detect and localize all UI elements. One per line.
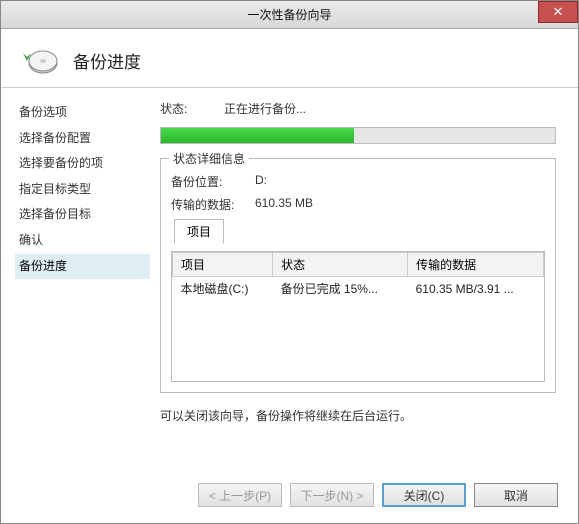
detail-label: 备份位置: [171, 173, 255, 190]
tab-items[interactable]: 项目 [174, 219, 224, 244]
sidebar-item-select-target: 选择备份目标 [15, 202, 150, 228]
sidebar-item-select-items: 选择要备份的项 [15, 151, 150, 177]
main-panel: 状态: 正在进行备份... 状态详细信息 备份位置: D: 传输的数据: 610… [156, 88, 578, 468]
items-table-wrap: 项目 状态 传输的数据 本地磁盘(C:) 备份已完成 15%... 610.35… [171, 251, 545, 382]
window-close-button[interactable]: ✕ [538, 1, 578, 23]
col-state[interactable]: 状态 [273, 253, 408, 277]
cell-transfer: 610.35 MB/3.91 ... [408, 277, 544, 301]
detail-row-location: 备份位置: D: [171, 173, 545, 190]
col-item[interactable]: 项目 [173, 253, 273, 277]
details-legend: 状态详细信息 [169, 150, 249, 167]
col-transfer[interactable]: 传输的数据 [408, 253, 544, 277]
details-group: 状态详细信息 备份位置: D: 传输的数据: 610.35 MB 项目 [160, 158, 556, 393]
detail-label: 传输的数据: [171, 196, 255, 213]
detail-row-transfer: 传输的数据: 610.35 MB [171, 196, 545, 213]
status-label: 状态: [160, 100, 208, 117]
content: 备份选项 选择备份配置 选择要备份的项 指定目标类型 选择备份目标 确认 备份进… [1, 88, 578, 468]
next-button: 下一步(N) > [290, 483, 374, 507]
close-info-text: 可以关闭该向导，备份操作将继续在后台运行。 [160, 407, 556, 424]
cancel-button[interactable]: 取消 [474, 483, 558, 507]
close-icon: ✕ [553, 4, 564, 20]
tabs: 项目 [171, 219, 545, 244]
titlebar: 一次性备份向导 ✕ [1, 1, 578, 29]
items-table: 项目 状态 传输的数据 本地磁盘(C:) 备份已完成 15%... 610.35… [172, 252, 544, 381]
sidebar-item-backup-options: 备份选项 [15, 100, 150, 126]
window-title: 一次性备份向导 [1, 6, 578, 23]
close-button[interactable]: 关闭(C) [382, 483, 466, 507]
progress-fill [161, 128, 354, 143]
progress-bar [160, 127, 556, 144]
sidebar-item-select-config: 选择备份配置 [15, 126, 150, 152]
sidebar-item-confirm: 确认 [15, 228, 150, 254]
prev-button: < 上一步(P) [198, 483, 282, 507]
footer-buttons: < 上一步(P) 下一步(N) > 关闭(C) 取消 [198, 483, 558, 507]
sidebar-item-target-type: 指定目标类型 [15, 177, 150, 203]
status-value: 正在进行备份... [224, 100, 306, 117]
cell-state: 备份已完成 15%... [273, 277, 408, 301]
cell-item: 本地磁盘(C:) [173, 277, 273, 301]
table-row[interactable]: 本地磁盘(C:) 备份已完成 15%... 610.35 MB/3.91 ... [173, 277, 544, 301]
wizard-window: 一次性备份向导 ✕ 备份进度 备份选项 选择备份配置 选择要备份的项 指定目标类… [0, 0, 579, 524]
detail-value: D: [255, 173, 267, 190]
backup-disk-icon [21, 43, 59, 77]
status-row: 状态: 正在进行备份... [160, 100, 556, 117]
page-title: 备份进度 [73, 48, 141, 73]
header: 备份进度 [1, 29, 578, 87]
sidebar: 备份选项 选择备份配置 选择要备份的项 指定目标类型 选择备份目标 确认 备份进… [1, 88, 156, 468]
detail-value: 610.35 MB [255, 196, 313, 213]
sidebar-item-progress: 备份进度 [15, 254, 150, 280]
